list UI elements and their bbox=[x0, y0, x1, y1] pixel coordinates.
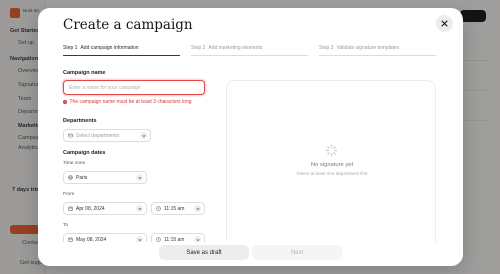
timezone-select[interactable]: Paris bbox=[63, 171, 147, 184]
campaign-name-error-text: The campaign name must be at least 3 cha… bbox=[69, 99, 192, 105]
departments-placeholder: Select departments bbox=[76, 132, 120, 139]
step-1-number: Step 1 bbox=[63, 45, 78, 51]
step-1[interactable]: Step 1 Add campaign information bbox=[63, 45, 180, 63]
stepper: Step 1 Add campaign information Step 2 Add… bbox=[63, 45, 436, 63]
step-1-label: Add campaign information bbox=[80, 45, 139, 51]
step-3-progress-bar bbox=[319, 55, 436, 57]
timezone-value: Paris bbox=[76, 174, 88, 181]
save-draft-button[interactable]: Save as draft bbox=[159, 245, 249, 260]
departments-icon bbox=[68, 133, 73, 138]
timezone-label: Time zone bbox=[63, 161, 86, 166]
campaign-name-label: Campaign name bbox=[63, 70, 106, 76]
preview-title: No signature yet bbox=[310, 162, 354, 168]
step-3-number: Step 3 bbox=[319, 45, 334, 51]
chevron-down-icon bbox=[140, 132, 147, 139]
calendar-icon bbox=[68, 206, 73, 211]
step-2[interactable]: Step 2 Add marketing elements bbox=[191, 45, 308, 63]
globe-icon bbox=[68, 175, 73, 180]
step-3-label: Validate signature templates bbox=[336, 45, 400, 51]
from-time-picker[interactable]: 11:15 am bbox=[151, 202, 205, 215]
clock-icon bbox=[156, 206, 161, 211]
departments-select[interactable]: Select departments bbox=[63, 129, 151, 142]
chevron-down-icon bbox=[136, 174, 143, 181]
from-date-value: Apr 08, 2024 bbox=[76, 205, 105, 212]
from-date-picker[interactable]: Apr 08, 2024 bbox=[63, 202, 147, 215]
to-label: To bbox=[63, 223, 69, 228]
step-1-progress-bar bbox=[63, 55, 180, 57]
chevron-down-icon bbox=[194, 205, 201, 212]
step-2-label: Add marketing elements bbox=[208, 45, 263, 51]
campaign-name-input[interactable] bbox=[63, 80, 205, 95]
modal-title: Create a campaign bbox=[63, 17, 193, 33]
step-2-number: Step 2 bbox=[191, 45, 206, 51]
departments-label: Departments bbox=[63, 118, 97, 124]
preview-subtitle: Select at least one department first bbox=[296, 171, 368, 176]
campaign-name-error: ! The campaign name must be at least 3 c… bbox=[63, 99, 192, 105]
close-icon bbox=[441, 20, 448, 27]
next-button[interactable]: Next bbox=[252, 245, 342, 260]
campaign-dates-label: Campaign dates bbox=[63, 150, 106, 156]
close-button[interactable] bbox=[436, 15, 453, 32]
signature-preview: No signature yet Select at least one dep… bbox=[226, 80, 436, 250]
from-label: From bbox=[63, 192, 75, 197]
modal-footer: Save as draft Next bbox=[38, 242, 463, 266]
from-time-value: 11:15 am bbox=[164, 205, 185, 212]
step-2-progress-bar bbox=[191, 55, 308, 57]
chevron-down-icon bbox=[136, 205, 143, 212]
error-icon: ! bbox=[63, 100, 67, 104]
step-3[interactable]: Step 3 Validate signature templates bbox=[319, 45, 436, 63]
create-campaign-modal: Create a campaign Step 1 Add campaign inf… bbox=[38, 8, 463, 266]
loading-spinner-icon bbox=[325, 144, 338, 157]
